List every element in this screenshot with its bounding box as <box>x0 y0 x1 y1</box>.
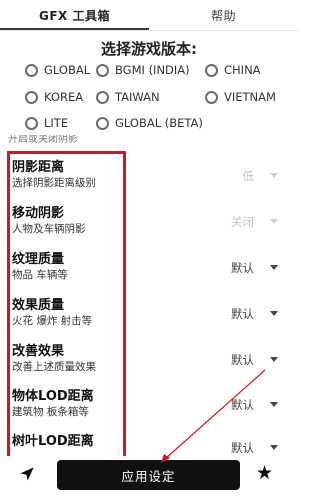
radio-vietnam[interactable]: VIETNAM <box>205 90 276 104</box>
chevron-down-icon[interactable] <box>270 219 278 224</box>
radio-label: KOREA <box>44 90 84 104</box>
radio-circle-icon <box>25 63 38 77</box>
setting-value-dropdown[interactable]: 默认 <box>231 440 254 456</box>
chevron-down-icon[interactable] <box>270 357 278 362</box>
tab-gfx-toolbox[interactable]: GFX 工具箱 <box>0 0 149 30</box>
radio-label: LITE <box>44 116 69 130</box>
radio-circle-icon <box>25 90 38 104</box>
send-icon[interactable] <box>19 466 35 482</box>
radio-circle-icon <box>96 63 109 77</box>
highlight-box <box>7 151 126 459</box>
radio-label: CHINA <box>224 63 261 77</box>
chevron-down-icon[interactable] <box>270 445 278 450</box>
radio-label: GLOBAL (BETA) <box>115 116 203 130</box>
setting-value-dropdown[interactable]: 默认 <box>231 260 254 276</box>
chevron-down-icon[interactable] <box>270 173 278 178</box>
radio-bgmi-india[interactable]: BGMI (INDIA) <box>96 63 190 77</box>
radio-label: VIETNAM <box>224 90 276 104</box>
setting-value-dropdown[interactable]: 默认 <box>231 306 254 322</box>
apply-settings-button[interactable]: 应用设定 <box>57 460 240 490</box>
version-section-title: 选择游戏版本: <box>101 40 197 58</box>
radio-global-beta[interactable]: GLOBAL (BETA) <box>96 116 203 130</box>
radio-circle-icon <box>96 90 109 104</box>
radio-circle-icon <box>96 116 109 130</box>
radio-china[interactable]: CHINA <box>205 63 261 77</box>
radio-global[interactable]: GLOBAL <box>25 63 90 77</box>
chevron-down-icon[interactable] <box>270 311 278 316</box>
radio-label: BGMI (INDIA) <box>115 63 190 77</box>
radio-lite[interactable]: LITE <box>25 116 68 130</box>
chevron-down-icon[interactable] <box>270 265 278 270</box>
radio-label: GLOBAL <box>44 63 91 77</box>
radio-taiwan[interactable]: TAIWAN <box>96 90 160 104</box>
clipped-shadow-label: 开启或关闭阴影 <box>8 135 78 145</box>
setting-value-dropdown[interactable]: 关闭 <box>231 214 254 230</box>
radio-circle-icon <box>205 63 218 77</box>
setting-value-dropdown[interactable]: 默认 <box>231 352 254 368</box>
radio-circle-icon <box>25 116 38 130</box>
radio-korea[interactable]: KOREA <box>25 90 83 104</box>
tab-divider <box>0 30 298 31</box>
radio-label: TAIWAN <box>115 90 160 104</box>
star-icon[interactable]: ★ <box>256 464 273 483</box>
setting-value-dropdown[interactable]: 默认 <box>231 397 254 413</box>
tab-bar: GFX 工具箱 帮助 <box>0 0 298 30</box>
chevron-down-icon[interactable] <box>270 402 278 407</box>
tab-help[interactable]: 帮助 <box>149 0 298 30</box>
radio-circle-icon <box>205 90 218 104</box>
setting-value-dropdown[interactable]: 低 <box>243 168 255 184</box>
